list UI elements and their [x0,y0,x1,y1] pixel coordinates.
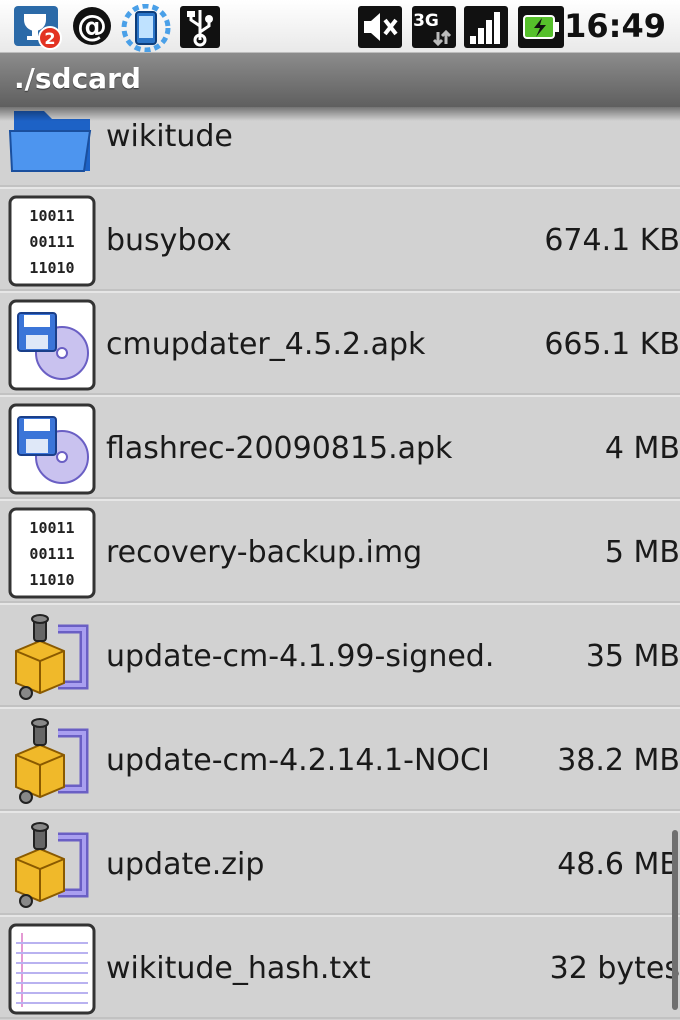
status-bar: 2 @ 3G 16:49 [0,0,680,53]
list-item[interactable]: wikitude_hash.txt 32 bytes [0,915,680,1019]
file-name: update.zip [106,847,265,882]
archive-clamp-icon [15,614,89,700]
folder-icon [8,111,92,172]
apk-package-icon [8,299,96,391]
file-name: update-cm-4.1.99-signed. [106,639,495,674]
list-item[interactable]: cmupdater_4.5.2.apk 665.1 KB [0,291,680,395]
list-item[interactable]: update.zip 48.6 MB [0,811,680,915]
file-name: update-cm-4.2.14.1-NOCI [106,743,490,778]
list-item[interactable]: update-cm-4.2.14.1-NOCI 38.2 MB [0,707,680,811]
list-scrollbar[interactable] [672,830,678,1010]
binary-file-icon: 10011 00111 11010 [8,195,96,287]
file-name: wikitude [106,119,233,154]
list-item[interactable]: 10011 00111 11010 recovery-backup.img 5 … [0,499,680,603]
clock-time: 16:49 [564,7,666,45]
svg-text:00111: 00111 [29,545,74,563]
svg-text:11010: 11010 [29,571,74,589]
file-size: 665.1 KB [544,327,680,362]
svg-text:10011: 10011 [29,207,74,225]
file-size [515,107,680,189]
file-size: 5 MB [604,535,680,570]
svg-text:00111: 00111 [29,233,74,251]
usb-icon[interactable] [178,4,222,50]
notification-count: 2 [44,29,55,48]
trophy-notification-icon[interactable]: 2 [12,4,64,50]
list-item[interactable]: flashrec-20090815.apk 4 MB [0,395,680,499]
file-name: flashrec-20090815.apk [106,431,453,466]
phone-sync-icon[interactable] [120,4,172,52]
file-name: busybox [106,223,232,258]
network-3g-icon: 3G [412,6,456,48]
file-size: 35 MB [585,639,680,674]
current-path: ./sdcard [14,62,141,95]
apk-package-icon [8,403,96,495]
list-item[interactable]: 10011 00111 11010 busybox 674.1 KB [0,187,680,291]
list-item[interactable]: update-cm-4.1.99-signed. 35 MB [0,603,680,707]
text-file-icon [8,923,96,1015]
battery-icon [518,6,564,48]
file-size: 4 MB [604,431,680,466]
binary-file-icon: 10011 00111 11010 [8,507,96,599]
svg-text:@: @ [77,9,107,44]
svg-text:11010: 11010 [29,259,74,277]
email-at-icon[interactable]: @ [70,4,114,50]
file-size: 48.6 MB [557,847,680,882]
file-list[interactable]: wikitude 10011 00111 11010 busybox 674.1… [0,107,680,1020]
svg-text:10011: 10011 [29,519,74,537]
network-label: 3G [413,11,439,31]
path-title-bar: ./sdcard [0,53,680,107]
file-name: wikitude_hash.txt [106,951,371,986]
file-size: 38.2 MB [557,743,680,778]
mute-icon [358,6,402,48]
file-name: cmupdater_4.5.2.apk [106,327,426,362]
file-name: recovery-backup.img [106,535,423,570]
file-size: 674.1 KB [544,223,680,258]
archive-clamp-icon [15,822,89,908]
archive-clamp-icon [15,718,89,804]
file-size: 32 bytes [549,951,680,986]
list-item[interactable]: wikitude [0,107,680,187]
signal-icon [464,6,508,48]
